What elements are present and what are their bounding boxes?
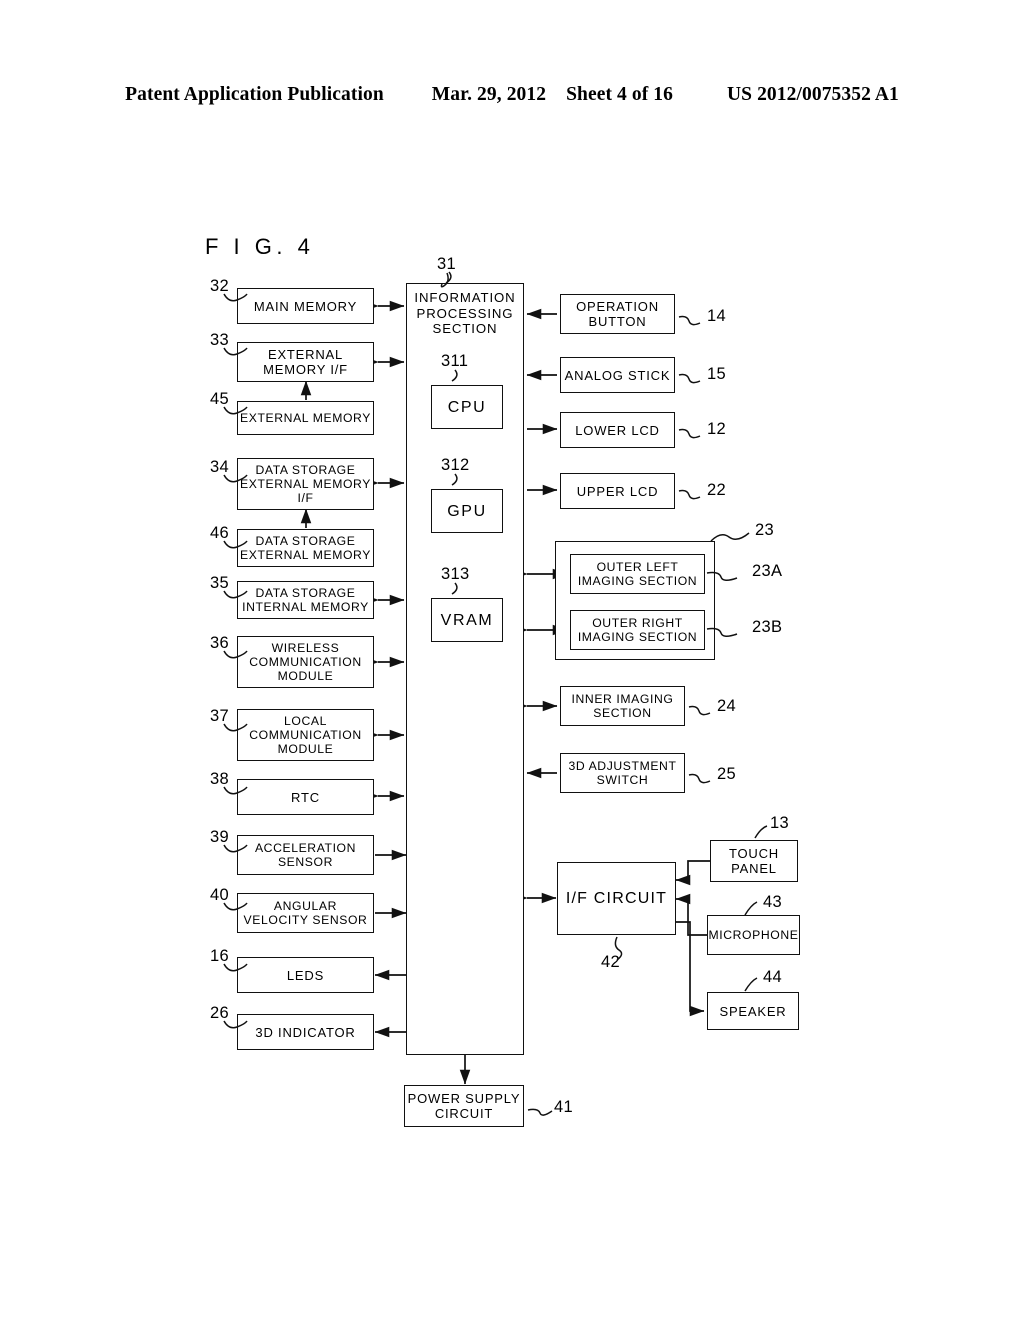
block-lower-lcd-label: LOWER LCD <box>575 422 660 438</box>
ref-34: 34 <box>210 458 229 476</box>
block-analog-stick: ANALOG STICK <box>560 357 675 393</box>
block-ds-external-memory-if: DATA STORAGE EXTERNAL MEMORY I/F <box>237 458 374 510</box>
ref-31: 31 <box>437 255 456 273</box>
block-3d-adjustment-switch-label: 3D ADJUSTMENT SWITCH <box>568 759 677 787</box>
block-ds-external-memory-label: DATA STORAGE EXTERNAL MEMORY <box>240 534 371 562</box>
block-external-memory-label: EXTERNAL MEMORY <box>240 411 371 425</box>
ref-44: 44 <box>763 968 782 986</box>
block-analog-stick-label: ANALOG STICK <box>564 367 671 383</box>
ref-39: 39 <box>210 828 229 846</box>
block-inner-imaging-section: INNER IMAGING SECTION <box>560 686 685 726</box>
block-local-communication-module-label: LOCAL COMMUNICATION MODULE <box>249 714 362 756</box>
block-outer-left-imaging-section: OUTER LEFT IMAGING SECTION <box>570 554 705 594</box>
ref-23A: 23A <box>752 562 783 580</box>
ref-14: 14 <box>707 307 726 325</box>
block-ds-internal-memory-label: DATA STORAGE INTERNAL MEMORY <box>242 586 369 614</box>
ref-42: 42 <box>601 953 620 971</box>
block-external-memory-if-label: EXTERNAL MEMORY I/F <box>263 347 348 377</box>
block-outer-right-imaging-section-label: OUTER RIGHT IMAGING SECTION <box>577 616 698 644</box>
patent-figure-page: Patent Application Publication Mar. 29, … <box>0 0 1024 1320</box>
block-rtc-label: RTC <box>291 789 320 805</box>
publication-header: Patent Application Publication Mar. 29, … <box>0 84 1024 106</box>
ref-12: 12 <box>707 420 726 438</box>
block-lower-lcd: LOWER LCD <box>560 412 675 448</box>
ref-36: 36 <box>210 634 229 652</box>
ref-40: 40 <box>210 886 229 904</box>
block-cpu-label: CPU <box>447 398 487 416</box>
ref-311: 311 <box>441 352 469 370</box>
block-cpu: CPU <box>431 385 503 429</box>
block-wireless-communication-module-label: WIRELESS COMMUNICATION MODULE <box>249 641 362 683</box>
block-if-circuit-label: I/F CIRCUIT <box>565 890 668 907</box>
ref-15: 15 <box>707 365 726 383</box>
block-gpu: GPU <box>431 489 503 533</box>
ref-37: 37 <box>210 707 229 725</box>
block-speaker: SPEAKER <box>707 992 799 1030</box>
header-date: Mar. 29, 2012 <box>431 84 547 105</box>
block-touch-panel: TOUCH PANEL <box>710 840 798 882</box>
block-if-circuit: I/F CIRCUIT <box>557 862 676 935</box>
ref-23: 23 <box>755 521 774 539</box>
block-acceleration-sensor-label: ACCELERATION SENSOR <box>254 841 357 869</box>
ref-312: 312 <box>441 456 470 474</box>
block-outer-right-imaging-section: OUTER RIGHT IMAGING SECTION <box>570 610 705 650</box>
block-external-memory-if: EXTERNAL MEMORY I/F <box>237 342 374 382</box>
block-speaker-label: SPEAKER <box>719 1003 787 1019</box>
header-publication-number: US 2012/0075352 A1 <box>726 84 899 105</box>
block-vram: VRAM <box>431 598 503 642</box>
block-ds-internal-memory: DATA STORAGE INTERNAL MEMORY <box>237 581 374 619</box>
block-local-communication-module: LOCAL COMMUNICATION MODULE <box>237 709 374 761</box>
ref-26: 26 <box>210 1004 229 1022</box>
figure-label: F I G. 4 <box>205 234 315 259</box>
block-gpu-label: GPU <box>447 502 487 520</box>
ref-38: 38 <box>210 770 229 788</box>
block-leds: LEDS <box>237 957 374 993</box>
block-main-memory: MAIN MEMORY <box>237 288 374 324</box>
block-leds-label: LEDS <box>286 967 325 983</box>
block-angular-velocity-sensor: ANGULAR VELOCITY SENSOR <box>237 893 374 933</box>
block-touch-panel-label: TOUCH PANEL <box>729 846 779 876</box>
block-ds-external-memory: DATA STORAGE EXTERNAL MEMORY <box>237 529 374 567</box>
ref-33: 33 <box>210 331 229 349</box>
block-microphone-label: MICROPHONE <box>708 928 799 942</box>
block-upper-lcd: UPPER LCD <box>560 473 675 509</box>
block-power-supply-circuit: POWER SUPPLY CIRCUIT <box>404 1085 524 1127</box>
block-acceleration-sensor: ACCELERATION SENSOR <box>237 835 374 875</box>
block-main-memory-label: MAIN MEMORY <box>253 298 358 314</box>
header-publication-label: Patent Application Publication <box>125 84 384 105</box>
ref-313: 313 <box>441 565 470 583</box>
ref-24: 24 <box>717 697 736 715</box>
block-3d-indicator: 3D INDICATOR <box>237 1014 374 1050</box>
ref-35: 35 <box>210 574 229 592</box>
ref-13: 13 <box>770 814 789 832</box>
ref-45: 45 <box>210 390 229 408</box>
block-angular-velocity-sensor-label: ANGULAR VELOCITY SENSOR <box>243 899 368 927</box>
block-3d-indicator-label: 3D INDICATOR <box>255 1024 356 1040</box>
ref-22: 22 <box>707 481 726 499</box>
block-outer-left-imaging-section-label: OUTER LEFT IMAGING SECTION <box>577 560 698 588</box>
block-operation-button-label: OPERATION BUTTON <box>576 299 659 329</box>
ref-32: 32 <box>210 277 229 295</box>
block-3d-adjustment-switch: 3D ADJUSTMENT SWITCH <box>560 753 685 793</box>
block-upper-lcd-label: UPPER LCD <box>576 483 659 499</box>
header-sheet: Sheet 4 of 16 <box>566 84 673 105</box>
block-vram-label: VRAM <box>440 611 494 629</box>
ref-25: 25 <box>717 765 736 783</box>
block-wireless-communication-module: WIRELESS COMMUNICATION MODULE <box>237 636 374 688</box>
block-power-supply-circuit-label: POWER SUPPLY CIRCUIT <box>407 1091 521 1121</box>
block-rtc: RTC <box>237 779 374 815</box>
block-ds-external-memory-if-label: DATA STORAGE EXTERNAL MEMORY I/F <box>240 463 371 505</box>
block-inner-imaging-section-label: INNER IMAGING SECTION <box>571 692 674 720</box>
block-microphone: MICROPHONE <box>707 915 800 955</box>
block-information-processing-section-label: INFORMATION PROCESSING SECTION <box>414 290 516 336</box>
ref-16: 16 <box>210 947 229 965</box>
ref-46: 46 <box>210 524 229 542</box>
block-external-memory: EXTERNAL MEMORY <box>237 401 374 435</box>
ref-23B: 23B <box>752 618 783 636</box>
ref-43: 43 <box>763 893 782 911</box>
block-operation-button: OPERATION BUTTON <box>560 294 675 334</box>
ref-41: 41 <box>554 1098 573 1116</box>
